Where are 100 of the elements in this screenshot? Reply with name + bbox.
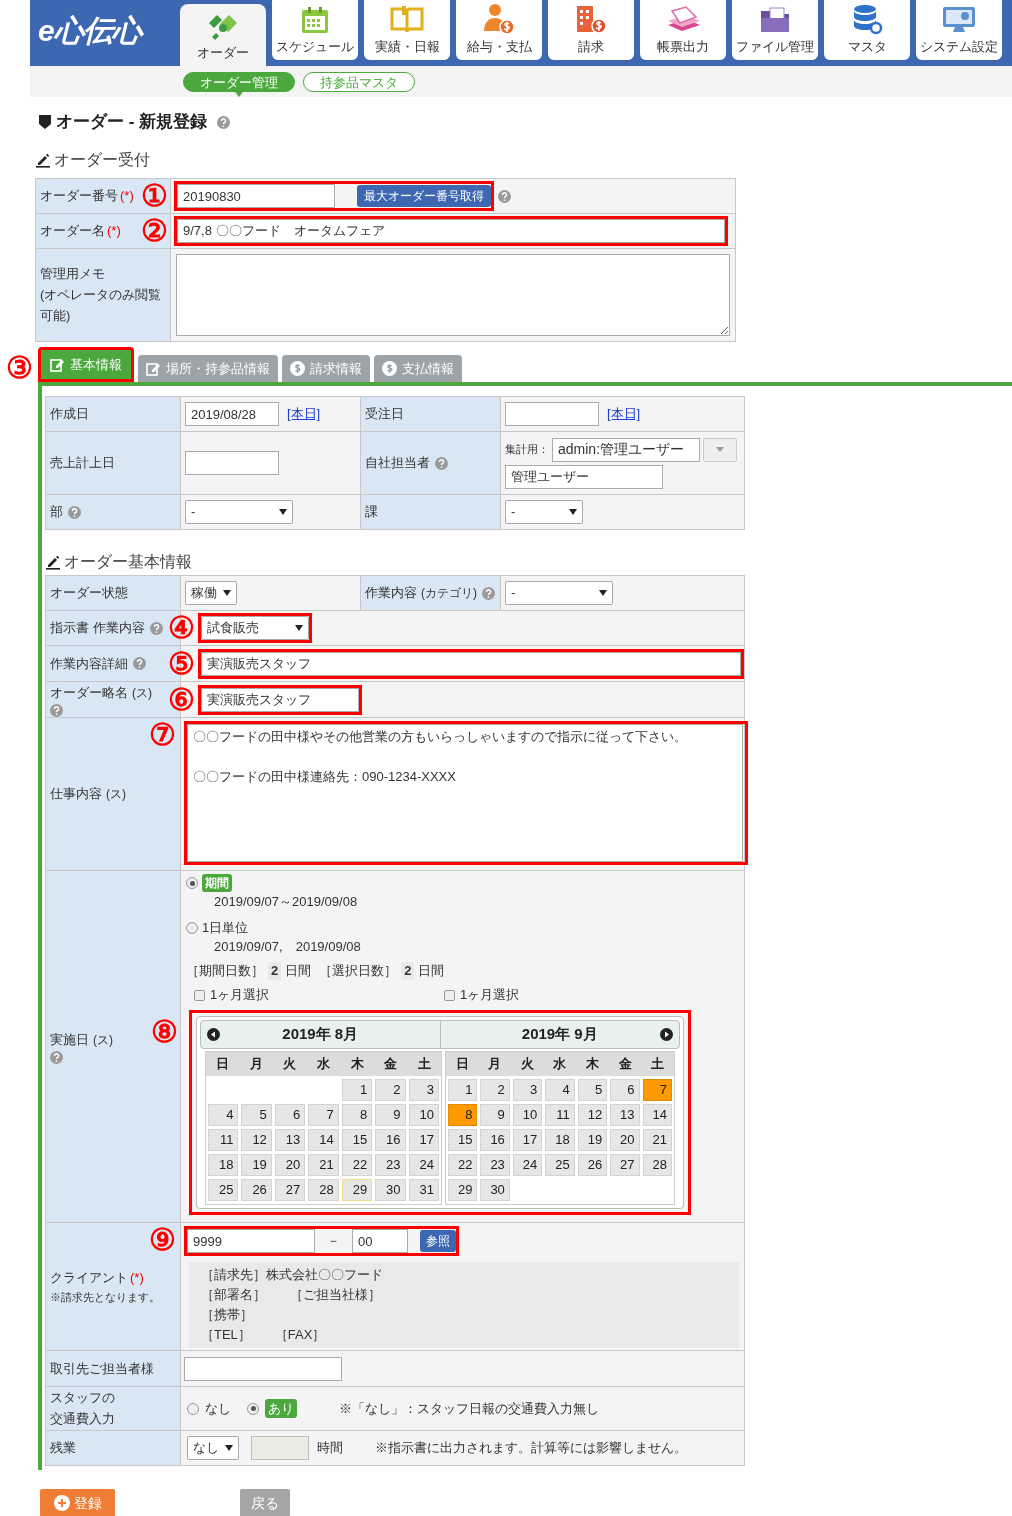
calendar-day[interactable]: 12 (577, 1104, 608, 1126)
calendar-day[interactable]: 23 (375, 1154, 406, 1176)
calendar-day[interactable]: 15 (341, 1129, 373, 1151)
calendar-day[interactable]: 31 (408, 1179, 439, 1201)
calendar-day[interactable]: 14 (642, 1104, 672, 1126)
calendar-day[interactable]: 1 (341, 1079, 373, 1101)
previous-month-icon[interactable] (207, 1028, 220, 1041)
dropdown[interactable]: 稼働 (185, 581, 237, 605)
dropdown[interactable]: なし (187, 1436, 239, 1460)
today-link[interactable]: [本日] (607, 404, 641, 424)
nav-tab[interactable]: 実績・日報 (364, 0, 450, 60)
calendar-day[interactable]: 11 (208, 1129, 239, 1151)
calendar-day[interactable]: 28 (642, 1154, 672, 1176)
calendar-day[interactable]: 13 (610, 1104, 640, 1126)
calendar-day[interactable]: 25 (545, 1154, 575, 1176)
input-field[interactable]: 9/7,8 〇〇フード オータムフェア (177, 219, 725, 243)
calendar-day[interactable]: 14 (308, 1129, 339, 1151)
help-icon[interactable] (435, 456, 448, 470)
help-icon[interactable] (217, 115, 231, 129)
calendar-day[interactable]: 24 (408, 1154, 439, 1176)
input-field[interactable] (185, 451, 279, 475)
input-field[interactable]: 9999 (187, 1229, 315, 1253)
calendar-day[interactable]: 22 (341, 1154, 373, 1176)
option-label[interactable]: 1日単位 (202, 919, 249, 937)
calendar-day[interactable]: 7 (642, 1079, 672, 1101)
calendar-day[interactable]: 10 (408, 1104, 439, 1126)
calendar-day[interactable]: 9 (480, 1104, 510, 1126)
input-field[interactable]: 実演販売スタッフ (201, 651, 741, 676)
calendar-day[interactable]: 15 (448, 1129, 478, 1151)
input-field[interactable] (184, 1356, 342, 1381)
today-link[interactable]: [本日] (287, 404, 321, 424)
calendar-day[interactable]: 27 (274, 1179, 306, 1201)
radio-button[interactable] (247, 1402, 259, 1415)
calendar-day[interactable]: 5 (577, 1079, 608, 1101)
nav-tab[interactable]: マスタ (824, 0, 910, 60)
calendar-day[interactable]: 20 (610, 1129, 640, 1151)
checkbox-label[interactable]: 1ヶ月選択 (210, 986, 270, 1004)
calendar-day[interactable]: 11 (545, 1104, 575, 1126)
input-field[interactable]: 管理ユーザー (505, 464, 663, 489)
reference-button[interactable]: 参照 (420, 1230, 456, 1252)
calendar-day[interactable]: 26 (577, 1154, 608, 1176)
max-number-button[interactable]: 最大オーダー番号取得 (357, 185, 491, 207)
calendar-day[interactable]: 8 (448, 1104, 478, 1126)
calendar-day[interactable]: 3 (408, 1079, 439, 1101)
dropdown[interactable]: - (505, 500, 583, 524)
calendar-day[interactable]: 9 (375, 1104, 406, 1126)
calendar-day[interactable]: 22 (448, 1154, 478, 1176)
calendar-day[interactable]: 19 (577, 1129, 608, 1151)
calendar-day[interactable]: 4 (545, 1079, 575, 1101)
calendar-day[interactable]: 23 (480, 1154, 510, 1176)
radio-button[interactable] (186, 877, 198, 889)
help-icon[interactable] (68, 505, 81, 519)
input-field[interactable]: 00 (352, 1229, 408, 1253)
calendar-day[interactable]: 17 (512, 1129, 543, 1151)
checkbox[interactable] (444, 989, 455, 1001)
calendar-day[interactable]: 20 (274, 1154, 306, 1176)
calendar-day[interactable]: 7 (308, 1104, 339, 1126)
calendar-day[interactable]: 5 (241, 1104, 272, 1126)
help-icon[interactable] (482, 586, 495, 600)
logo[interactable]: e心伝心 (30, 0, 178, 60)
input-field[interactable]: 20190830 (177, 184, 335, 208)
radio-button[interactable] (186, 922, 198, 934)
combo-input[interactable]: admin:管理ユーザー (552, 437, 700, 462)
checkbox[interactable] (194, 989, 205, 1001)
calendar-day[interactable]: 21 (642, 1129, 672, 1151)
nav-tab[interactable]: ファイル管理 (732, 0, 818, 60)
calendar-day[interactable]: 16 (480, 1129, 510, 1151)
calendar-day[interactable]: 10 (512, 1104, 543, 1126)
calendar-day[interactable]: 13 (274, 1129, 306, 1151)
calendar-day[interactable]: 2 (375, 1079, 406, 1101)
calendar-day[interactable]: 2 (480, 1079, 510, 1101)
radio-button[interactable] (187, 1402, 199, 1415)
calendar-day[interactable]: 28 (308, 1179, 339, 1201)
next-month-icon[interactable] (660, 1028, 673, 1041)
dropdown[interactable]: - (505, 581, 613, 605)
calendar-day[interactable]: 29 (341, 1179, 373, 1201)
input-field[interactable] (505, 402, 599, 426)
nav-tab[interactable]: 給与・支払 (456, 0, 542, 60)
checkbox-label[interactable]: 1ヶ月選択 (460, 986, 520, 1004)
calendar-day[interactable]: 30 (375, 1179, 406, 1201)
help-icon[interactable] (498, 189, 511, 203)
nav-tab[interactable]: オーダー (180, 4, 266, 66)
calendar-day[interactable]: 3 (512, 1079, 543, 1101)
nav-tab[interactable]: 帳票出力 (640, 0, 726, 60)
calendar-day[interactable]: 29 (448, 1179, 478, 1201)
nav-tab[interactable]: 請求 (548, 0, 634, 60)
calendar-day[interactable]: 18 (545, 1129, 575, 1151)
calendar-day[interactable]: 30 (480, 1179, 510, 1201)
calendar-day[interactable]: 12 (241, 1129, 272, 1151)
calendar-day[interactable]: 6 (274, 1104, 306, 1126)
calendar-day[interactable]: 16 (375, 1129, 406, 1151)
calendar-day[interactable]: 17 (408, 1129, 439, 1151)
nav-tab[interactable]: スケジュール (272, 0, 358, 60)
dropdown[interactable]: 試食販売 (201, 616, 309, 640)
calendar-day[interactable]: 18 (208, 1154, 239, 1176)
calendar-day[interactable]: 25 (208, 1179, 239, 1201)
input-field[interactable]: 2019/08/28 (185, 402, 279, 426)
option-label[interactable]: なし (205, 1398, 231, 1419)
nav-tab[interactable]: システム設定 (916, 0, 1002, 60)
calendar-day[interactable]: 1 (448, 1079, 478, 1101)
